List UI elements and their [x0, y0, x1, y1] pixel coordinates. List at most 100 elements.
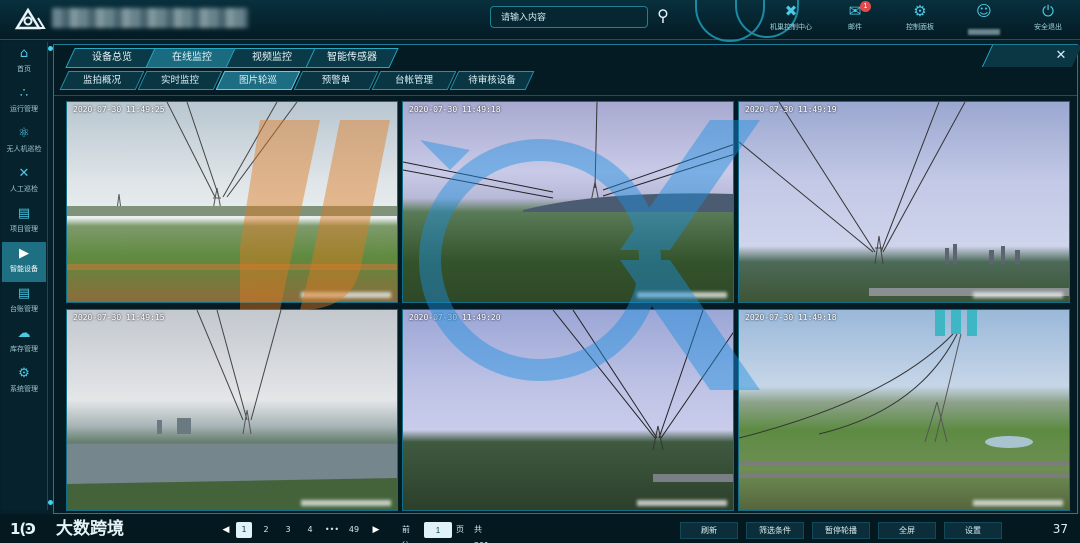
page-number[interactable]: 49	[346, 522, 362, 538]
sidebar-item-label: 台账管理	[10, 305, 38, 313]
brand-text: 大数跨境	[56, 519, 124, 539]
inventory-icon: ☁	[17, 326, 31, 341]
tab-label: 视频监控	[252, 52, 292, 63]
goto-page-input[interactable]	[424, 522, 452, 538]
sidebar-item-home[interactable]: ⌂ 首页	[2, 42, 46, 82]
power-line-scene	[739, 310, 1069, 478]
image-tile[interactable]: 2020-07-30 11:49:20	[402, 309, 734, 511]
tab-label: 实时监控	[160, 75, 199, 86]
smart-device-icon: ▶	[19, 246, 29, 261]
page-number[interactable]: 3	[280, 522, 296, 538]
image-watermark-blurred	[973, 292, 1063, 298]
sidebar-item-operation[interactable]: ∴ 运行管理	[2, 82, 46, 122]
tab-smart-sensor[interactable]: 智能传感器	[305, 48, 399, 68]
image-tile[interactable]: 2020-07-30 11:49:25	[66, 101, 398, 303]
project-icon: ▤	[17, 206, 31, 221]
sidebar-item-label: 项目管理	[10, 225, 38, 233]
image-tile[interactable]: 2020-07-30 11:49:18	[402, 101, 734, 303]
tab-image-patrol[interactable]: 图片轮巡	[215, 71, 301, 90]
main-panel: 设备总览 在线监控 视频监控 智能传感器 ✕ 监拍概况 实时监控 图片轮巡 预警…	[53, 44, 1080, 514]
next-page-icon[interactable]: ▶	[368, 522, 384, 538]
tab-label: 待审核设备	[468, 75, 516, 86]
tab-label: 设备总览	[92, 52, 132, 63]
tab-capture-overview[interactable]: 监拍概况	[59, 71, 145, 90]
nav-nest-control[interactable]: ✖ 机巢控制中心	[756, 2, 826, 36]
sidebar-item-ledger[interactable]: ▤ 台账管理	[2, 282, 46, 322]
nav-control-panel-label: 控制面板	[906, 23, 934, 31]
tab-device-overview[interactable]: 设备总览	[65, 48, 159, 68]
ledger-icon: ▤	[17, 286, 31, 301]
sidebar-item-drone-inspect[interactable]: ⚛ 无人机巡检	[2, 122, 46, 162]
settings-icon: ⚙	[913, 2, 927, 20]
image-timestamp: 2020-07-30 11:49:18	[745, 313, 837, 322]
image-timestamp: 2020-07-30 11:49:19	[745, 105, 837, 114]
tab-label: 预警单	[321, 75, 351, 86]
image-tile[interactable]: 2020-07-30 11:49:15	[66, 309, 398, 511]
tab-ledger-management[interactable]: 台帐管理	[371, 71, 457, 90]
tab-pending-review[interactable]: 待审核设备	[449, 71, 535, 90]
pause-carousel-button[interactable]: 暂停轮播	[812, 522, 870, 539]
nav-mail[interactable]: ✉ 1 邮件	[820, 1, 890, 36]
power-icon: ⏻	[1042, 2, 1054, 20]
drone-inspect-icon: ⚛	[18, 126, 30, 141]
nav-logout[interactable]: ⏻ 安全退出	[1013, 2, 1080, 36]
sidebar-item-label: 人工巡检	[10, 185, 38, 193]
fullscreen-button[interactable]: 全屏	[878, 522, 936, 539]
sidebar-item-label: 运行管理	[10, 105, 38, 113]
sidebar-item-manual-inspect[interactable]: ✕ 人工巡检	[2, 162, 46, 202]
goto-label: 前往	[402, 525, 410, 543]
image-watermark-blurred	[637, 500, 727, 506]
image-tile[interactable]: 2020-07-30 11:49:19	[738, 101, 1070, 303]
page-number[interactable]: 1	[236, 522, 252, 538]
tab-label: 台帐管理	[394, 75, 433, 86]
tab-realtime-monitor[interactable]: 实时监控	[137, 71, 223, 90]
close-icon[interactable]: ✕	[1053, 48, 1069, 64]
nav-mail-label: 邮件	[848, 23, 862, 31]
page-number[interactable]: 2	[258, 522, 274, 538]
username-blurred	[968, 29, 1000, 35]
image-timestamp: 2020-07-30 11:49:25	[73, 105, 165, 114]
app-title-blurred	[52, 8, 248, 28]
bottom-bar: 1(Ͽ 大数跨境 ◀ 1 2 3 4 ••• 49 ▶ 前往 页 共 291 条…	[0, 514, 1080, 543]
image-watermark-blurred	[637, 292, 727, 298]
sidebar-item-label: 智能设备	[10, 265, 38, 273]
nav-logout-label: 安全退出	[1034, 23, 1062, 31]
sidebar-item-project[interactable]: ▤ 项目管理	[2, 202, 46, 242]
image-timestamp: 2020-07-30 11:49:20	[409, 313, 501, 322]
app-logo-icon	[14, 7, 46, 30]
sidebar-item-system[interactable]: ⚙ 系统管理	[2, 362, 46, 402]
power-line-scene	[552, 310, 733, 482]
tab-alert-list[interactable]: 预警单	[293, 71, 379, 90]
settings-button[interactable]: 设置	[944, 522, 1002, 539]
nav-nest-control-label: 机巢控制中心	[770, 23, 812, 31]
sidebar-item-inventory[interactable]: ☁ 库存管理	[2, 322, 46, 362]
prev-page-icon[interactable]: ◀	[218, 522, 234, 538]
tab-online-monitor[interactable]: 在线监控	[145, 48, 239, 68]
filter-button[interactable]: 筛选条件	[746, 522, 804, 539]
refresh-button[interactable]: 刷新	[680, 522, 738, 539]
search-input[interactable]	[490, 6, 648, 28]
nav-control-panel[interactable]: ⚙ 控制面板	[885, 2, 955, 36]
manual-inspect-icon: ✕	[18, 166, 30, 181]
drone-icon: ✖	[784, 2, 798, 20]
total-count: 共 291 条	[474, 525, 489, 543]
app-root: ⚲ ✖ 机巢控制中心 ✉ 1 邮件 ⚙ 控制面板 ☺ ⏻ 安全退出 ⌂ 首页	[0, 0, 1080, 543]
power-line-scene	[67, 310, 397, 510]
tab-video-monitor[interactable]: 视频监控	[225, 48, 319, 68]
page-number[interactable]: 4	[302, 522, 318, 538]
power-line-scene	[739, 102, 1069, 296]
home-icon: ⌂	[19, 46, 29, 61]
power-line-scene	[67, 102, 397, 270]
image-tile[interactable]: 2020-07-30 11:49:18	[738, 309, 1070, 511]
nav-user[interactable]: ☺	[949, 2, 1019, 36]
sidebar: ⌂ 首页 ∴ 运行管理 ⚛ 无人机巡检 ✕ 人工巡检 ▤ 项目管理 ▶ 智能设备…	[2, 42, 48, 510]
image-timestamp: 2020-07-30 11:49:18	[409, 105, 501, 114]
page-ellipsis[interactable]: •••	[324, 522, 340, 538]
sidebar-item-label: 系统管理	[10, 385, 38, 393]
sidebar-item-smart-device[interactable]: ▶ 智能设备	[2, 242, 46, 282]
tab-separator	[54, 95, 1077, 96]
sidebar-item-label: 库存管理	[10, 345, 38, 353]
search-icon[interactable]: ⚲	[652, 6, 674, 28]
mail-icon: ✉	[848, 2, 862, 20]
sidebar-item-label: 首页	[17, 65, 31, 73]
